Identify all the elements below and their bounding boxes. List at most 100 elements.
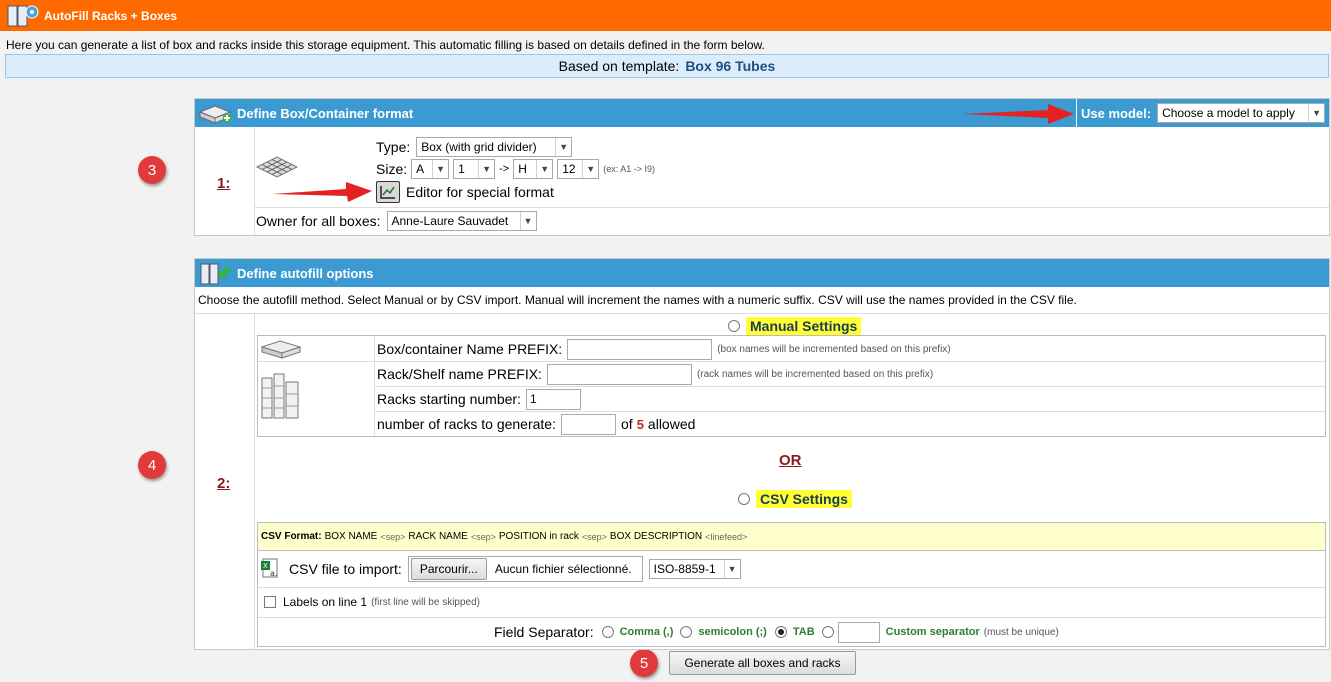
- manual-radio[interactable]: [728, 320, 740, 332]
- rack-count-label: number of racks to generate:: [377, 416, 556, 432]
- chevron-down-icon: ▼: [582, 160, 598, 178]
- grid-box-icon: [255, 156, 299, 178]
- sep-tab-radio[interactable]: [774, 626, 787, 638]
- sep-comma-label: Comma (,): [619, 626, 674, 638]
- use-model-label: Use model:: [1081, 105, 1152, 121]
- box-format-title: Define Box/Container format: [237, 105, 414, 121]
- chevron-down-icon: ▼: [1308, 104, 1324, 122]
- csv-format-4: BOX DESCRIPTION: [609, 531, 703, 542]
- csv-format-3: POSITION in rack: [498, 531, 579, 542]
- type-select[interactable]: Box (with grid divider) ▼: [416, 137, 573, 157]
- rack-count-row: number of racks to generate: of 5 allowe…: [377, 413, 695, 435]
- owner-select[interactable]: Anne-Laure Sauvadet ▼: [386, 211, 537, 231]
- annotation-3: 3: [138, 156, 166, 184]
- labels-line-hint: (first line will be skipped): [371, 596, 481, 608]
- annotation-4: 4: [138, 451, 166, 479]
- owner-label: Owner for all boxes:: [256, 213, 381, 229]
- size-row-from-value: A: [416, 162, 425, 176]
- window-titlebar: AutoFill Racks + Boxes: [0, 0, 1331, 31]
- box-icon: [260, 340, 302, 359]
- step-2-label: 2:: [217, 475, 231, 492]
- generate-button[interactable]: Generate all boxes and racks: [669, 651, 856, 675]
- sep-semicolon-radio[interactable]: [680, 626, 693, 638]
- svg-text:X: X: [263, 562, 268, 570]
- box-prefix-hint: (box names will be incremented based on …: [717, 343, 951, 355]
- size-col-from-select[interactable]: 1 ▼: [453, 159, 496, 179]
- chevron-down-icon: ▼: [432, 160, 448, 178]
- rack-icon: [261, 373, 299, 419]
- box-format-panel: Define Box/Container format Use model: C…: [194, 98, 1330, 236]
- divider: [254, 127, 255, 235]
- size-row: Size: A ▼ 1 ▼ -> H ▼ 12 ▼ (ex: A1 -> I9): [376, 159, 655, 179]
- csv-linefeed: <linefeed>: [705, 531, 748, 542]
- no-file-label: Aucun fichier sélectionné.: [494, 562, 632, 576]
- rack-prefix-input[interactable]: [546, 363, 692, 385]
- box-format-header: Define Box/Container format Use model: C…: [195, 99, 1329, 127]
- sep-custom-radio[interactable]: [821, 626, 834, 638]
- csv-settings-label: CSV Settings: [756, 490, 852, 508]
- divider: [374, 386, 1325, 387]
- box-prefix-input[interactable]: [567, 338, 713, 360]
- rack-prefix-label: Rack/Shelf name PREFIX:: [377, 366, 542, 382]
- chevron-down-icon: ▼: [555, 138, 571, 156]
- type-label: Type:: [376, 139, 411, 155]
- editor-label[interactable]: Editor for special format: [406, 184, 554, 200]
- chevron-down-icon: ▼: [536, 160, 552, 178]
- rack-prefix-row: Rack/Shelf name PREFIX: (rack names will…: [377, 363, 933, 385]
- use-model-group: Use model: Choose a model to apply ▼: [1076, 99, 1326, 127]
- rack-start-input[interactable]: 1: [525, 388, 581, 410]
- encoding-select[interactable]: ISO-8859-1 ▼: [648, 559, 741, 579]
- size-label: Size:: [376, 161, 408, 177]
- annotation-5: 5: [630, 649, 658, 677]
- file-input[interactable]: Parcourir... Aucun fichier sélectionné.: [407, 556, 643, 582]
- sep-comma-radio[interactable]: [601, 626, 614, 638]
- csv-file-label: CSV file to import:: [289, 561, 402, 577]
- box-prefix-row: Box/container Name PREFIX: (box names wi…: [377, 338, 951, 360]
- arrow-annotation-icon: [962, 104, 1074, 124]
- chart-edit-icon: [380, 186, 395, 199]
- manual-settings-option[interactable]: Manual Settings: [728, 317, 862, 335]
- rack-count-input[interactable]: [561, 413, 616, 435]
- csv-settings-option[interactable]: CSV Settings: [738, 490, 852, 508]
- csv-sep-1: <sep>: [380, 531, 406, 542]
- divider: [254, 207, 1329, 208]
- size-arrow: ->: [499, 163, 510, 175]
- separator-label: Field Separator:: [494, 624, 594, 640]
- divider: [195, 313, 1329, 314]
- sep-custom-input[interactable]: [837, 621, 880, 643]
- browse-button[interactable]: Parcourir...: [410, 558, 487, 580]
- size-row-from-select[interactable]: A ▼: [411, 159, 450, 179]
- step-1-label: 1:: [217, 175, 231, 192]
- template-label: Based on template:: [558, 58, 680, 74]
- size-col-to-select[interactable]: 12 ▼: [557, 159, 600, 179]
- csv-format-1: BOX NAME: [324, 531, 378, 542]
- divider: [258, 587, 1325, 588]
- csv-format-label: CSV Format:: [261, 531, 322, 542]
- size-row-to-value: H: [518, 162, 527, 176]
- rack-count-of: of: [621, 416, 633, 432]
- svg-text:a.: a.: [270, 569, 277, 578]
- csv-sep-2: <sep>: [470, 531, 496, 542]
- size-row-to-select[interactable]: H ▼: [513, 159, 554, 179]
- box-add-icon: [198, 105, 232, 124]
- window-title: AutoFill Racks + Boxes: [44, 8, 178, 23]
- rack-start-row: Racks starting number: 1: [377, 388, 581, 410]
- chevron-down-icon: ▼: [723, 560, 740, 578]
- csv-radio[interactable]: [738, 493, 750, 505]
- use-model-select[interactable]: Choose a model to apply ▼: [1157, 103, 1326, 123]
- chevron-down-icon: ▼: [519, 212, 536, 230]
- type-value: Box (with grid divider): [421, 140, 537, 154]
- divider: [374, 361, 1325, 362]
- autofill-options-header: Define autofill options: [195, 259, 1329, 287]
- rack-import-icon: [200, 263, 231, 285]
- or-label: OR: [779, 452, 802, 469]
- chevron-down-icon: ▼: [478, 160, 494, 178]
- excel-file-icon: X a.: [261, 558, 278, 578]
- labels-line-checkbox[interactable]: [264, 596, 276, 608]
- sep-semicolon-label: semicolon (;): [698, 626, 767, 638]
- editor-row: Editor for special format: [376, 181, 554, 203]
- manual-settings-table: Box/container Name PREFIX: (box names wi…: [257, 335, 1326, 437]
- csv-sep-3: <sep>: [581, 531, 607, 542]
- editor-button[interactable]: [376, 181, 400, 203]
- size-hint: (ex: A1 -> I9): [603, 164, 655, 174]
